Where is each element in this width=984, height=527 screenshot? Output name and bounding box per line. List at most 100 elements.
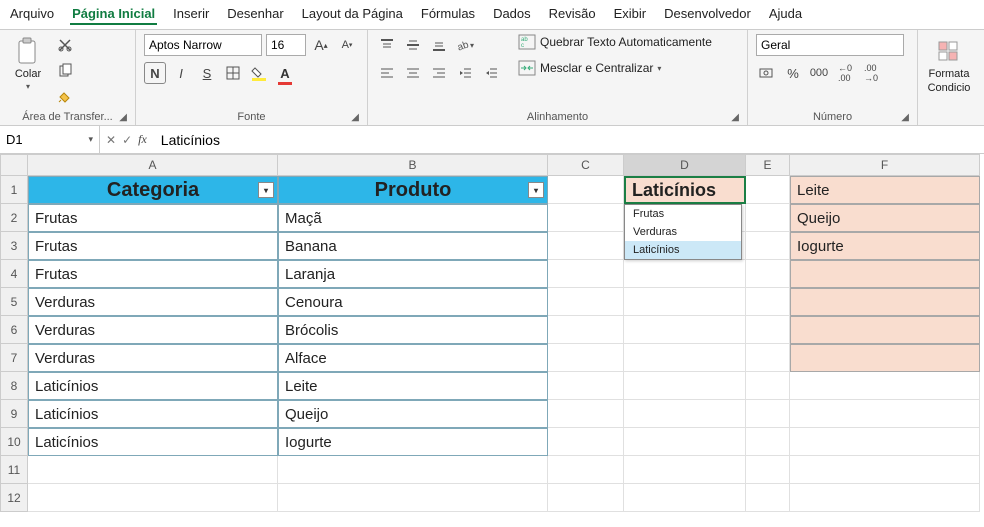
cell-C11[interactable]	[548, 456, 624, 484]
cell-D10[interactable]	[624, 428, 746, 456]
align-center-button[interactable]	[402, 62, 424, 84]
cell-C3[interactable]	[548, 232, 624, 260]
cell-D1[interactable]: Laticínios▾	[624, 176, 746, 204]
cell-E1[interactable]	[746, 176, 790, 204]
row-header-8[interactable]: 8	[0, 372, 28, 400]
row-header-3[interactable]: 3	[0, 232, 28, 260]
decrease-decimal-button[interactable]: .00→0	[860, 62, 882, 84]
cell-D4[interactable]	[624, 260, 746, 288]
row-header-1[interactable]: 1	[0, 176, 28, 204]
cell-A12[interactable]	[28, 484, 278, 512]
row-header-5[interactable]: 5	[0, 288, 28, 316]
validation-dropdown[interactable]: FrutasVerdurasLaticínios	[624, 204, 742, 260]
cell-A10[interactable]: Laticínios	[28, 428, 278, 456]
orientation-button[interactable]: ab▾	[454, 34, 476, 56]
cell-A8[interactable]: Laticínios	[28, 372, 278, 400]
cell-C2[interactable]	[548, 204, 624, 232]
cell-C7[interactable]	[548, 344, 624, 372]
cell-E12[interactable]	[746, 484, 790, 512]
border-button[interactable]	[222, 62, 244, 84]
row-header-2[interactable]: 2	[0, 204, 28, 232]
column-header-C[interactable]: C	[548, 154, 624, 176]
cell-B9[interactable]: Queijo	[278, 400, 548, 428]
align-middle-button[interactable]	[402, 34, 424, 56]
cell-F3[interactable]: Iogurte	[790, 232, 980, 260]
merge-center-button[interactable]: Mesclar e Centralizar ▾	[518, 60, 712, 76]
cell-A3[interactable]: Frutas	[28, 232, 278, 260]
cell-F5[interactable]	[790, 288, 980, 316]
menu-layout[interactable]: Layout da Página	[300, 4, 405, 25]
decrease-indent-button[interactable]	[454, 62, 476, 84]
dialog-launcher-icon[interactable]: ◢	[119, 112, 127, 123]
cell-A1[interactable]: Categoria▾	[28, 176, 278, 204]
cell-D12[interactable]	[624, 484, 746, 512]
cell-B2[interactable]: Maçã	[278, 204, 548, 232]
cell-B7[interactable]: Alface	[278, 344, 548, 372]
column-header-E[interactable]: E	[746, 154, 790, 176]
cancel-icon[interactable]: ✕	[106, 133, 116, 147]
font-name-select[interactable]	[144, 34, 262, 56]
menu-ajuda[interactable]: Ajuda	[767, 4, 804, 25]
cell-A7[interactable]: Verduras	[28, 344, 278, 372]
cell-C8[interactable]	[548, 372, 624, 400]
cut-button[interactable]	[54, 34, 76, 56]
bold-button[interactable]: N	[144, 62, 166, 84]
column-header-A[interactable]: A	[28, 154, 278, 176]
cell-E3[interactable]	[746, 232, 790, 260]
menu-revisao[interactable]: Revisão	[547, 4, 598, 25]
cell-F12[interactable]	[790, 484, 980, 512]
format-painter-button[interactable]	[54, 86, 76, 108]
fill-color-button[interactable]	[248, 62, 270, 84]
cell-A9[interactable]: Laticínios	[28, 400, 278, 428]
cell-C10[interactable]	[548, 428, 624, 456]
cell-F10[interactable]	[790, 428, 980, 456]
menu-desenvolvedor[interactable]: Desenvolvedor	[662, 4, 753, 25]
cell-E9[interactable]	[746, 400, 790, 428]
align-top-button[interactable]	[376, 34, 398, 56]
column-header-B[interactable]: B	[278, 154, 548, 176]
menu-desenhar[interactable]: Desenhar	[225, 4, 285, 25]
align-left-button[interactable]	[376, 62, 398, 84]
cell-E10[interactable]	[746, 428, 790, 456]
dropdown-option[interactable]: Laticínios	[625, 241, 741, 259]
increase-decimal-button[interactable]: ←0.00	[834, 62, 856, 84]
cell-F9[interactable]	[790, 400, 980, 428]
align-right-button[interactable]	[428, 62, 450, 84]
cell-B11[interactable]	[278, 456, 548, 484]
cell-B6[interactable]: Brócolis	[278, 316, 548, 344]
paste-button[interactable]: Colar ▾	[8, 34, 48, 95]
cell-F8[interactable]	[790, 372, 980, 400]
cell-B4[interactable]: Laranja	[278, 260, 548, 288]
cell-C12[interactable]	[548, 484, 624, 512]
formula-input[interactable]	[153, 126, 984, 153]
align-bottom-button[interactable]	[428, 34, 450, 56]
comma-button[interactable]: 000	[808, 62, 830, 84]
cell-D7[interactable]	[624, 344, 746, 372]
dialog-launcher-icon[interactable]: ◢	[901, 112, 909, 123]
dropdown-option[interactable]: Verduras	[625, 223, 741, 241]
cell-D6[interactable]	[624, 316, 746, 344]
fx-icon[interactable]: fx	[138, 132, 147, 147]
cell-A11[interactable]	[28, 456, 278, 484]
cell-D8[interactable]	[624, 372, 746, 400]
name-box-input[interactable]	[6, 132, 74, 147]
row-header-12[interactable]: 12	[0, 484, 28, 512]
cell-C6[interactable]	[548, 316, 624, 344]
cell-C4[interactable]	[548, 260, 624, 288]
column-header-F[interactable]: F	[790, 154, 980, 176]
name-box[interactable]: ▾	[0, 126, 100, 153]
column-header-D[interactable]: D	[624, 154, 746, 176]
increase-indent-button[interactable]	[480, 62, 502, 84]
cell-E8[interactable]	[746, 372, 790, 400]
menu-inserir[interactable]: Inserir	[171, 4, 211, 25]
cell-A5[interactable]: Verduras	[28, 288, 278, 316]
cell-A6[interactable]: Verduras	[28, 316, 278, 344]
cell-E7[interactable]	[746, 344, 790, 372]
row-header-11[interactable]: 11	[0, 456, 28, 484]
cell-E6[interactable]	[746, 316, 790, 344]
number-format-select[interactable]	[756, 34, 904, 56]
dialog-launcher-icon[interactable]: ◢	[351, 112, 359, 123]
select-all-corner[interactable]	[0, 154, 28, 176]
cell-F6[interactable]	[790, 316, 980, 344]
dialog-launcher-icon[interactable]: ◢	[731, 112, 739, 123]
